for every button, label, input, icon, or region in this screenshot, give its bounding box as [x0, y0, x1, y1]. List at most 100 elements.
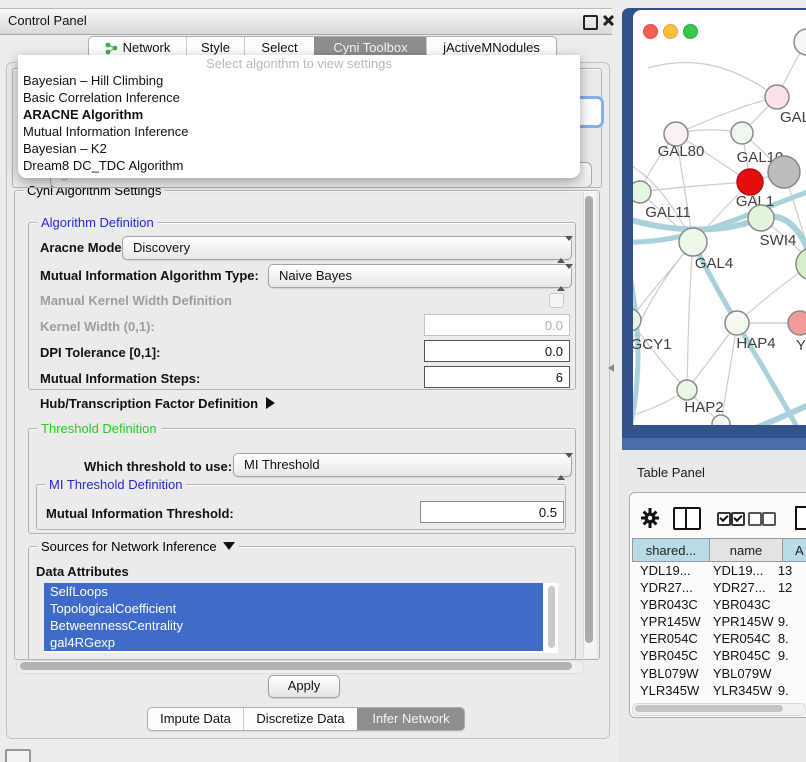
node-label: Y: [796, 337, 806, 354]
table-row[interactable]: YER054CYER054C8.: [632, 631, 806, 648]
attribute-item-gal4rgexp[interactable]: gal4RGexp: [44, 634, 543, 651]
attribute-item-topologicalcoefficient[interactable]: TopologicalCoefficient: [44, 600, 543, 617]
node-bottom-partial[interactable]: [712, 415, 730, 425]
stepper-arrows-icon: [557, 269, 565, 287]
column-header-partial[interactable]: A: [783, 538, 806, 562]
network-edge: [633, 320, 687, 390]
apply-button[interactable]: Apply: [268, 675, 340, 698]
node-hap2[interactable]: [677, 380, 697, 400]
network-canvas[interactable]: GALGAL80GAL10GAL1GAL11SWI4GAL4GCY1HAP4YH…: [633, 10, 806, 425]
node-salmon-right[interactable]: [788, 311, 806, 335]
combo-value: Naive Bayes: [279, 268, 352, 283]
tab-label: Discretize Data: [256, 708, 344, 730]
mac-zoom-icon[interactable]: [683, 24, 698, 39]
split-columns-icon[interactable]: [673, 507, 701, 530]
tab-infer-network[interactable]: Infer Network: [357, 708, 464, 730]
table-horizontal-scrollbar[interactable]: [632, 703, 806, 716]
node-green-right[interactable]: [796, 248, 806, 280]
column-header-name[interactable]: name: [710, 538, 783, 562]
node-gal10[interactable]: [731, 122, 753, 144]
table-rows: YDL19...YDL19...13YDR27...YDR27...12YBR0…: [632, 563, 806, 709]
float-window-icon[interactable]: [583, 15, 598, 30]
bottom-tabbar: Impute Data Discretize Data Infer Networ…: [147, 707, 465, 731]
attribute-item-betweennesscentrality[interactable]: BetweennessCentrality: [44, 617, 543, 634]
select-all-checkbox-icon[interactable]: [731, 512, 745, 526]
algorithm-option-mutual-information-inference[interactable]: Mutual Information Inference: [18, 123, 580, 140]
combo-value: MI Threshold: [244, 457, 320, 472]
data-attributes-list[interactable]: SelfLoopsTopologicalCoefficientBetweenne…: [44, 583, 558, 653]
table-cell: YDL19...: [705, 563, 775, 580]
table-row[interactable]: YBR043CYBR043C: [632, 597, 806, 614]
split-handle-icon[interactable]: [608, 364, 614, 372]
table-cell: YDR27...: [705, 580, 775, 597]
settings-horizontal-scrollbar[interactable]: [16, 660, 584, 674]
node-gal11[interactable]: [633, 181, 651, 203]
gear-icon[interactable]: [640, 507, 660, 529]
table-row[interactable]: YBR045CYBR045C9.: [632, 648, 806, 665]
node-gray-hub[interactable]: [768, 156, 800, 188]
attribute-item-selfloops[interactable]: SelfLoops: [44, 583, 543, 600]
select-all-checkbox-icon[interactable]: [717, 512, 731, 526]
aracne-mode-combo[interactable]: Discovery: [122, 236, 572, 260]
table-row[interactable]: YDR27...YDR27...12: [632, 580, 806, 597]
data-attributes-label: Data Attributes: [36, 564, 129, 579]
tab-discretize-data[interactable]: Discretize Data: [243, 708, 357, 730]
table-cell: YBR045C: [705, 648, 775, 665]
panel-title: Control Panel: [8, 13, 87, 28]
algorithm-option-basic-correlation-inference[interactable]: Basic Correlation Inference: [18, 89, 580, 106]
mi-threshold-label: Mutual Information Threshold:: [46, 506, 234, 521]
page-icon[interactable]: [795, 506, 806, 530]
mi-steps-field[interactable]: [424, 366, 570, 388]
table-row[interactable]: YBL079WYBL079W: [632, 666, 806, 683]
hub-definition-label: Hub/Transcription Factor Definition: [40, 396, 258, 411]
node-hap4[interactable]: [725, 311, 749, 335]
close-icon[interactable]: [601, 14, 614, 27]
column-header-shared[interactable]: shared...: [632, 538, 710, 562]
tab-impute-data[interactable]: Impute Data: [148, 708, 243, 730]
group-title: Algorithm Definition: [37, 215, 158, 230]
table-row[interactable]: YDL19...YDL19...13: [632, 563, 806, 580]
table-cell: [775, 666, 806, 683]
mi-type-combo[interactable]: Naive Bayes: [268, 264, 572, 288]
table-cell: YDR27...: [632, 580, 705, 597]
table-header: shared... name A: [632, 538, 806, 562]
network-graph-icon: [105, 42, 118, 55]
node-gal1[interactable]: [737, 169, 763, 195]
node-gal-partial[interactable]: [765, 85, 789, 109]
dpi-tolerance-field[interactable]: [424, 340, 570, 362]
node-gcy1[interactable]: [633, 309, 641, 331]
node-gal4[interactable]: [679, 228, 707, 256]
node-label: HAP4: [736, 335, 775, 352]
kernel-width-field[interactable]: [424, 314, 570, 336]
table-row[interactable]: YLR345WYLR345W9.: [632, 683, 806, 700]
stepper-arrows-icon: [557, 241, 565, 259]
table-cell: 8.: [775, 631, 806, 648]
manual-kernel-checkbox[interactable]: [549, 293, 564, 308]
which-threshold-combo[interactable]: MI Threshold: [233, 453, 572, 477]
mac-minimize-icon[interactable]: [663, 24, 678, 39]
deselect-all-checkbox-icon[interactable]: [762, 512, 776, 526]
node-top-partial[interactable]: [794, 29, 806, 55]
algorithm-dropdown[interactable]: Select algorithm to view settings Bayesi…: [18, 55, 580, 178]
table-row[interactable]: YPR145WYPR145W9.: [632, 614, 806, 631]
node-swi4[interactable]: [748, 205, 774, 231]
algorithm-option-aracne-algorithm[interactable]: ARACNE Algorithm: [18, 106, 580, 123]
deselect-all-checkbox-icon[interactable]: [748, 512, 762, 526]
algorithm-option-bayesian-hill-climbing[interactable]: Bayesian – Hill Climbing: [18, 72, 580, 89]
algorithm-option-dream8-dc-tdc-algorithm[interactable]: Dream8 DC_TDC Algorithm: [18, 157, 580, 174]
settings-vertical-scrollbar[interactable]: [583, 192, 596, 658]
node-label: GAL4: [695, 255, 733, 272]
mi-type-label: Mutual Information Algorithm Type:: [40, 268, 259, 283]
docked-panel-icon[interactable]: [5, 749, 31, 762]
algorithm-option-bayesian-k2[interactable]: Bayesian – K2: [18, 140, 580, 157]
app-root: Control Panel Network Style Select Cyni …: [0, 0, 806, 762]
node-label: HAP2: [684, 399, 723, 416]
list-scrollbar[interactable]: [548, 586, 555, 648]
kernel-width-label: Kernel Width (0,1):: [40, 319, 155, 334]
mi-threshold-field[interactable]: [420, 501, 564, 523]
mac-close-icon[interactable]: [643, 24, 658, 39]
sources-toggle[interactable]: Sources for Network Inference: [37, 539, 239, 554]
hub-definition-toggle[interactable]: Hub/Transcription Factor Definition: [40, 396, 275, 411]
expand-right-icon: [266, 397, 275, 409]
network-edge: [687, 242, 693, 390]
